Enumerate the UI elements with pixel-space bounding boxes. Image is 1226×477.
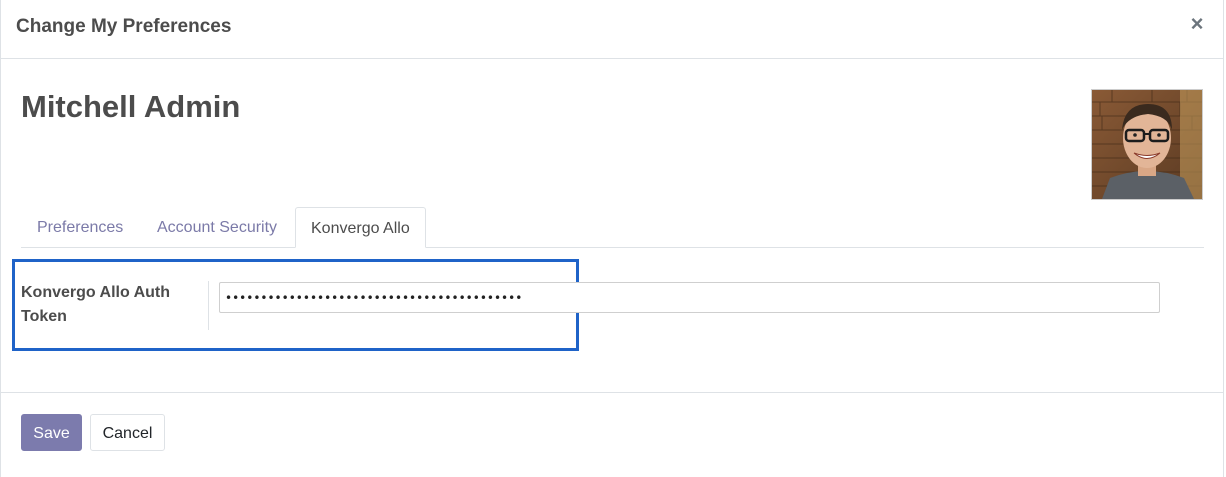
cancel-button[interactable]: Cancel bbox=[90, 414, 165, 451]
dialog-title: Change My Preferences bbox=[16, 16, 232, 37]
preferences-dialog: Change My Preferences × Mitchell Admin P… bbox=[0, 0, 1224, 477]
user-photo-icon bbox=[1092, 90, 1202, 199]
notebook-tabs: Preferences Account Security Konvergo Al… bbox=[21, 207, 1204, 248]
dialog-body: Mitchell Admin Preferences Account Secur… bbox=[1, 59, 1223, 393]
tab-account-security[interactable]: Account Security bbox=[142, 207, 292, 248]
tab-konvergo-allo[interactable]: Konvergo Allo bbox=[295, 207, 426, 248]
auth-token-label: Konvergo Allo Auth Token bbox=[21, 284, 171, 325]
tab-preferences[interactable]: Preferences bbox=[22, 207, 138, 248]
auth-token-input[interactable] bbox=[219, 282, 1160, 313]
record-name: Mitchell Admin bbox=[21, 89, 241, 124]
close-icon[interactable]: × bbox=[1187, 12, 1207, 36]
dialog-header: Change My Preferences × bbox=[1, 0, 1223, 59]
label-divider bbox=[208, 281, 209, 330]
save-button[interactable]: Save bbox=[21, 414, 82, 451]
avatar[interactable] bbox=[1091, 89, 1203, 200]
dialog-footer: Save Cancel bbox=[1, 393, 1223, 477]
